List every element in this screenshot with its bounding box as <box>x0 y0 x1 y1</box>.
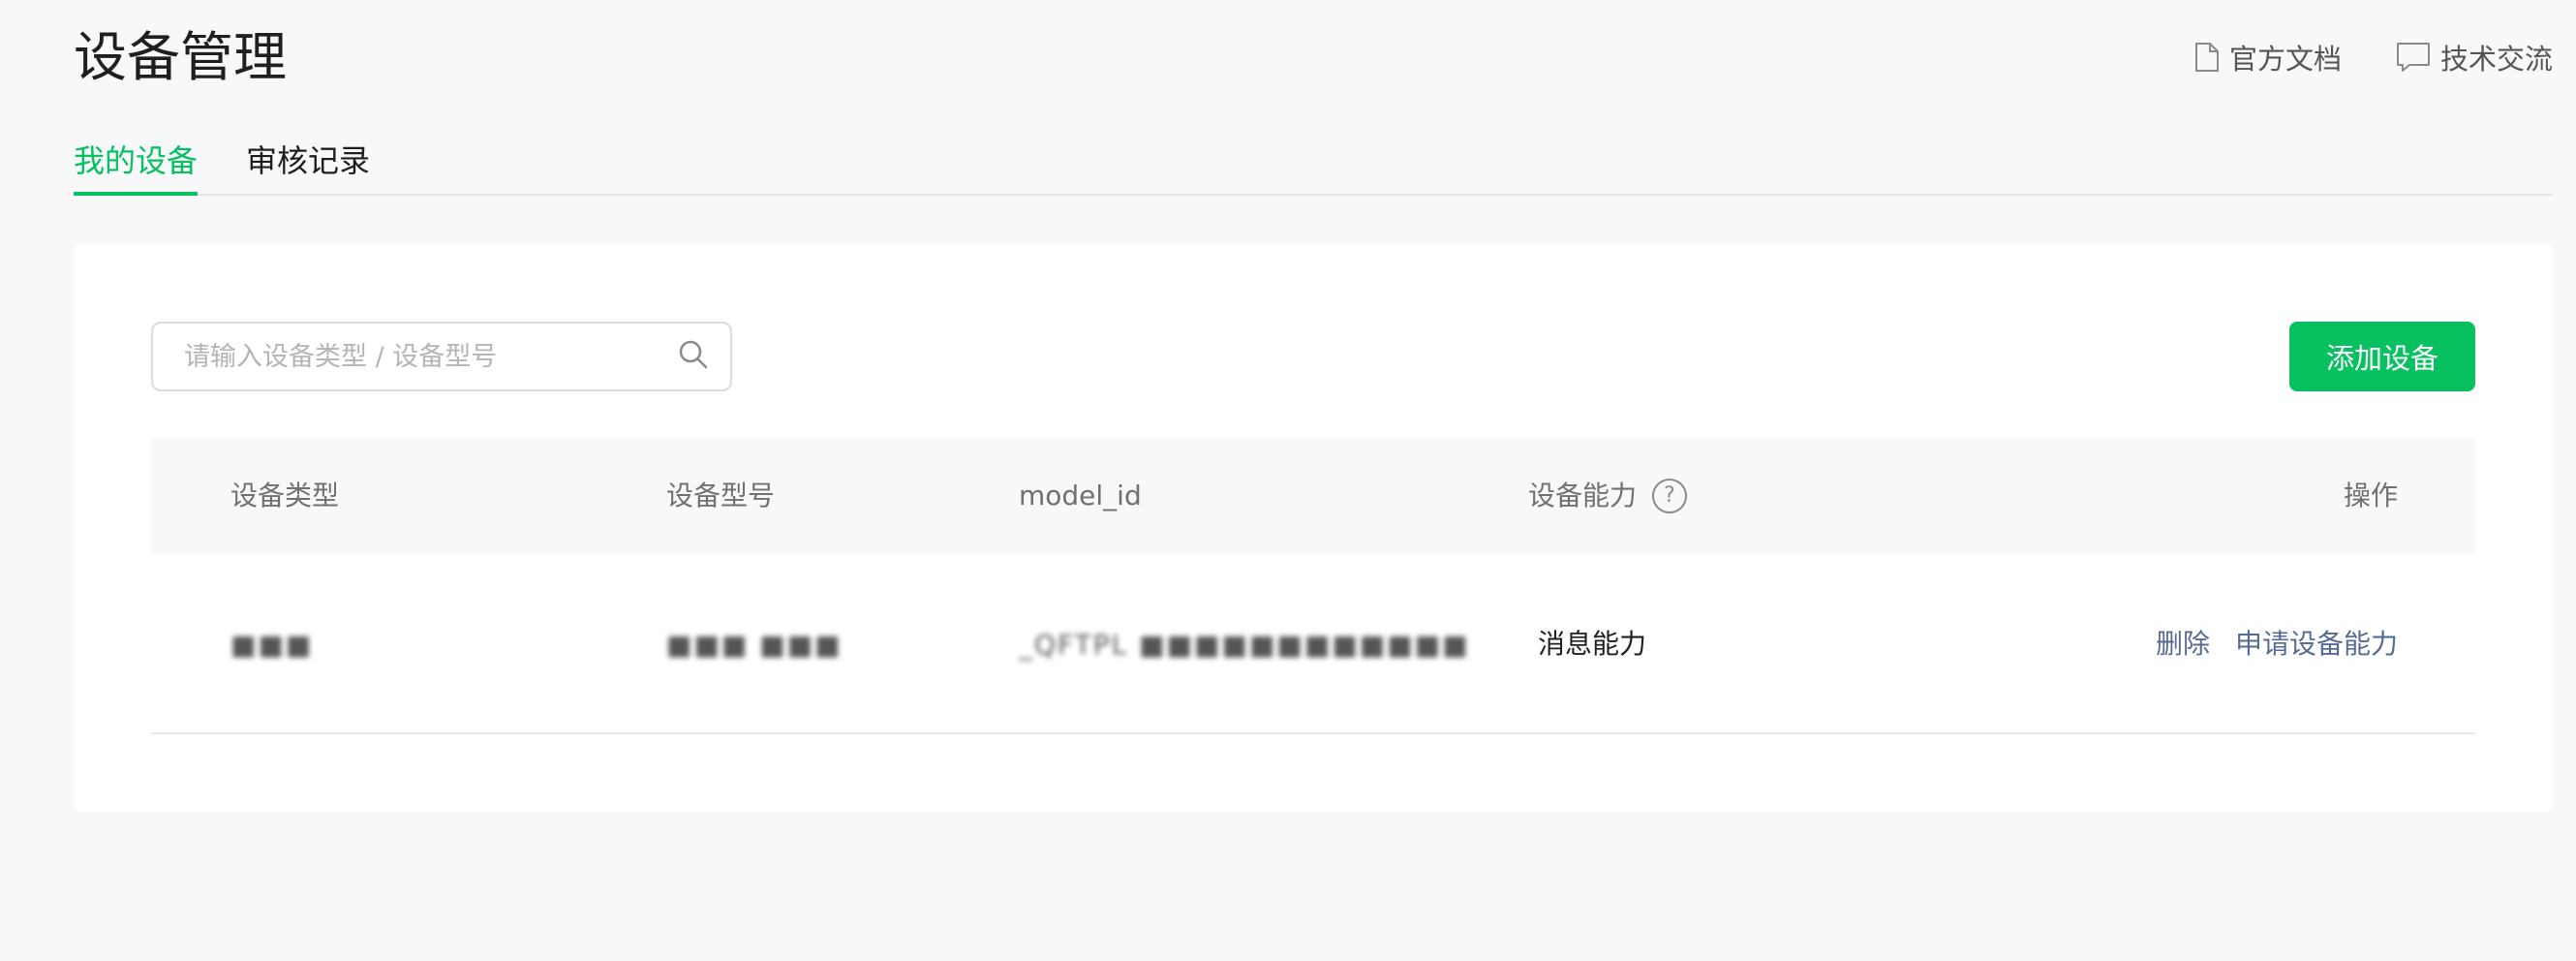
column-header-actions: 操作 <box>2343 480 2398 512</box>
cell-device-type: ■■■ <box>230 554 313 735</box>
page: 设备管理 官方文档 技术交流 我的设备 审核记录 请输入设备类型 / 设备型号 … <box>0 0 2576 961</box>
apply-capability-link[interactable]: 申请设备能力 <box>2235 554 2398 734</box>
cell-capability: 消息能力 <box>1538 628 1647 660</box>
redacted-device-model: ■■■ ■■■ <box>666 629 843 661</box>
search-box <box>151 322 732 391</box>
cell-model-id: _QFTPL ■■■■■■■■■■■■ <box>1019 554 1470 735</box>
docs-link[interactable]: 官方文档 <box>2194 37 2342 78</box>
column-header-device-type: 设备类型 <box>230 480 340 512</box>
chat-icon <box>2396 42 2431 73</box>
column-header-model-id: model_id <box>1019 480 1142 512</box>
search-icon[interactable] <box>678 339 709 374</box>
cell-actions: 删除 申请设备能力 <box>2156 554 2398 734</box>
redacted-model-id: _QFTPL ■■■■■■■■■■■■ <box>1019 629 1470 661</box>
device-card: 添加设备 设备类型 设备型号 model_id 设备能力 ? 操作 ■■■ ■■… <box>74 244 2553 812</box>
table-header: 设备类型 设备型号 model_id 设备能力 ? 操作 <box>151 438 2475 554</box>
cell-device-model: ■■■ ■■■ <box>666 554 843 735</box>
device-table: 设备类型 设备型号 model_id 设备能力 ? 操作 ■■■ ■■■ ■■■… <box>151 438 2475 734</box>
community-link[interactable]: 技术交流 <box>2396 37 2553 78</box>
page-title: 设备管理 <box>74 26 288 88</box>
tab-review-records[interactable]: 审核记录 <box>246 136 370 194</box>
help-icon[interactable]: ? <box>1652 479 1688 513</box>
search-input[interactable] <box>184 341 678 372</box>
delete-link[interactable]: 删除 <box>2156 554 2210 734</box>
redacted-device-type: ■■■ <box>230 629 314 661</box>
column-header-capability: 设备能力 ? <box>1528 438 1688 554</box>
tab-my-devices[interactable]: 我的设备 <box>74 136 199 196</box>
document-icon <box>2194 42 2220 73</box>
table-row: ■■■ ■■■ ■■■ _QFTPL ■■■■■■■■■■■■ 消息能力 删除 … <box>151 554 2475 734</box>
docs-link-label: 官方文档 <box>2228 43 2342 76</box>
community-link-label: 技术交流 <box>2439 43 2553 76</box>
column-header-capability-label: 设备能力 <box>1528 480 1638 512</box>
column-header-device-model: 设备型号 <box>666 480 776 512</box>
add-device-button[interactable]: 添加设备 <box>2289 322 2475 391</box>
header-links: 官方文档 技术交流 <box>2194 37 2553 78</box>
tab-bar: 我的设备 审核记录 <box>74 136 2553 196</box>
